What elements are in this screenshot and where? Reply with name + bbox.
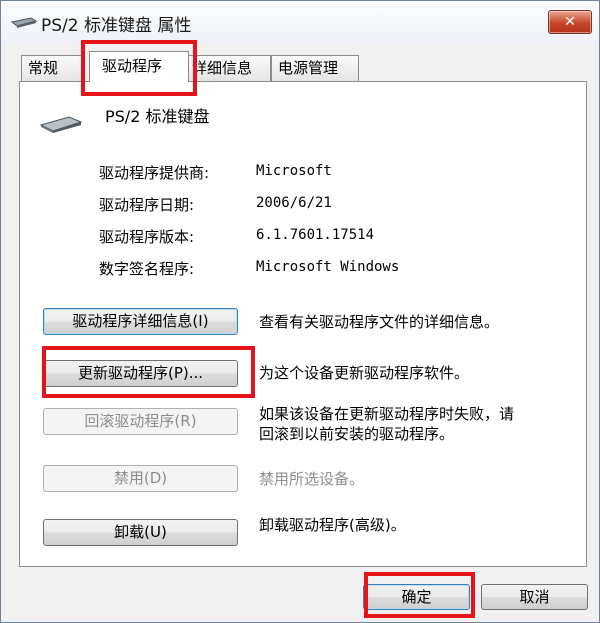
close-icon: ✕ (564, 14, 576, 30)
tab-power[interactable]: 电源管理 (271, 55, 359, 81)
date-value: 2006/6/21 (256, 195, 332, 211)
tab-label: 常规 (28, 59, 59, 77)
rollback-driver-description-line1: 如果该设备在更新驱动程序时失败，请 (259, 405, 515, 423)
tab-label: 电源管理 (278, 59, 339, 77)
rollback-driver-description-line2: 回滚到以前安装的驱动程序。 (259, 425, 455, 443)
provider-label: 驱动程序提供商: (99, 164, 210, 182)
device-name: PS/2 标准键盘 (105, 107, 210, 126)
driver-details-button[interactable]: 驱动程序详细信息(I) (43, 308, 238, 335)
disable-device-description: 禁用所选设备。 (259, 470, 365, 488)
date-label: 驱动程序日期: (99, 196, 195, 214)
tab-details[interactable]: 详细信息 (187, 55, 271, 81)
tab-driver[interactable]: 驱动程序 (89, 51, 189, 82)
tab-label: 详细信息 (192, 59, 253, 77)
close-button[interactable]: ✕ (548, 10, 592, 34)
version-label: 驱动程序版本: (99, 228, 195, 246)
keyboard-icon (11, 17, 37, 28)
rollback-driver-button[interactable]: 回滚驱动程序(R) (43, 408, 238, 435)
properties-dialog: PS/2 标准键盘 属性 ✕ 常规 驱动程序 详细信息 电源管理 PS/2 标准… (0, 0, 600, 623)
tab-general[interactable]: 常规 (21, 55, 85, 81)
update-driver-description: 为这个设备更新驱动程序软件。 (259, 364, 470, 382)
uninstall-driver-button[interactable]: 卸载(U) (43, 519, 238, 546)
title-bar[interactable]: PS/2 标准键盘 属性 ✕ (1, 1, 599, 43)
disable-device-button[interactable]: 禁用(D) (43, 465, 238, 492)
tab-bar: 常规 驱动程序 详细信息 电源管理 (1, 51, 599, 82)
update-driver-button[interactable]: 更新驱动程序(P)... (43, 360, 238, 387)
tab-label: 驱动程序 (102, 57, 163, 75)
window-title: PS/2 标准键盘 属性 (41, 16, 192, 36)
cancel-button[interactable]: 取消 (481, 584, 588, 610)
signer-label: 数字签名程序: (99, 260, 195, 278)
version-value: 6.1.7601.17514 (256, 227, 375, 243)
keyboard-device-icon (39, 116, 83, 133)
signer-value: Microsoft Windows (256, 259, 400, 275)
driver-details-description: 查看有关驱动程序文件的详细信息。 (259, 313, 500, 331)
provider-value: Microsoft (256, 163, 332, 179)
uninstall-driver-description: 卸载驱动程序(高级)。 (259, 516, 406, 534)
ok-button[interactable]: 确定 (363, 584, 470, 610)
